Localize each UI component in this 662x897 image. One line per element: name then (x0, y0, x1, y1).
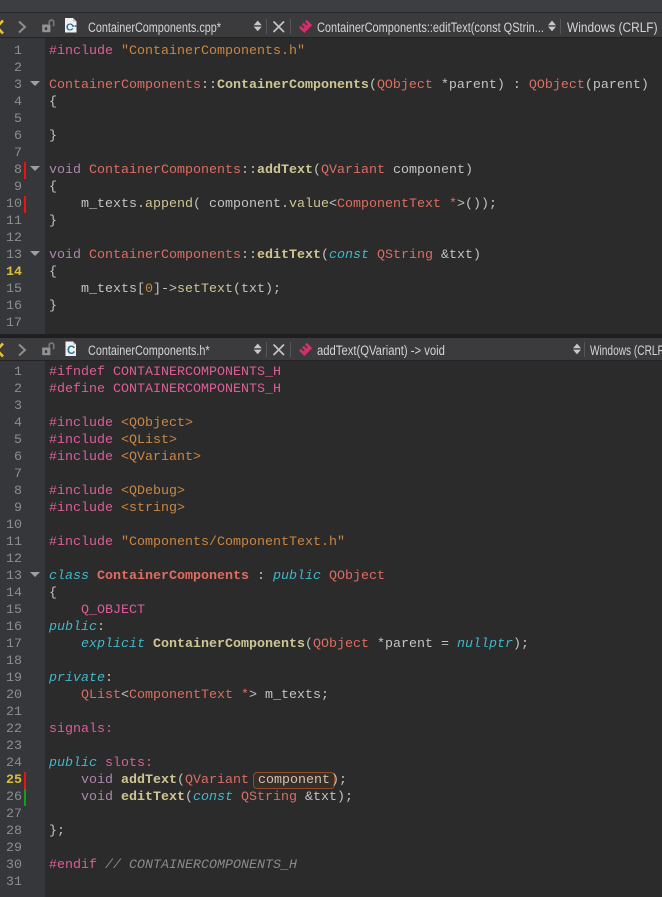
svg-text:C: C (67, 345, 75, 357)
svg-text:C: C (66, 22, 74, 34)
